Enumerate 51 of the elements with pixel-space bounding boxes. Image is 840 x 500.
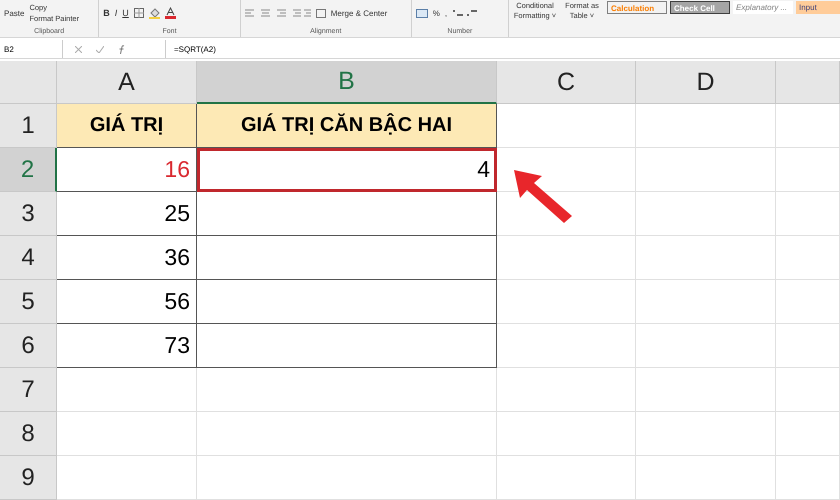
currency-icon[interactable] — [416, 8, 428, 18]
percent-button[interactable]: % — [432, 8, 440, 18]
row-header[interactable]: 7 — [0, 368, 57, 412]
column-header[interactable]: C — [497, 61, 636, 104]
table-cell: 16 — [57, 148, 197, 192]
row-header[interactable]: 1 — [0, 104, 57, 148]
column-header[interactable]: B — [197, 61, 497, 104]
table-cell: 36 — [57, 236, 197, 280]
column-header[interactable]: D — [636, 61, 776, 104]
row-header[interactable]: 9 — [0, 456, 57, 500]
row-header[interactable]: 2 — [0, 148, 57, 192]
name-box[interactable]: B2 — [0, 40, 63, 58]
table-cell: 56 — [57, 280, 197, 324]
column-heading-cell: GIÁ TRỊ CĂN BẬC HAI — [197, 104, 497, 148]
empty-cell — [776, 280, 840, 324]
empty-cell — [776, 324, 840, 368]
table-cell: 25 — [57, 192, 197, 236]
column-header[interactable]: A — [57, 61, 197, 104]
formula-field[interactable]: =SQRT(A2) — [166, 44, 216, 54]
enter-icon[interactable] — [96, 46, 104, 52]
row-header[interactable]: 8 — [0, 412, 57, 456]
cell-style[interactable]: Explanatory ... — [733, 1, 793, 14]
empty-cell — [776, 192, 840, 236]
fill-bucket-icon[interactable] — [148, 8, 160, 18]
bold-button[interactable]: B — [103, 8, 110, 18]
font-color-icon[interactable] — [164, 7, 176, 19]
empty-cell — [776, 412, 840, 456]
empty-cell — [776, 368, 840, 412]
table-cell: 73 — [57, 324, 197, 368]
paste-button[interactable]: Paste — [4, 8, 24, 18]
italic-button[interactable]: I — [114, 8, 118, 18]
function-icon[interactable] — [118, 44, 126, 54]
underline-button[interactable]: U — [122, 8, 129, 18]
table-cell: 4 — [197, 148, 497, 192]
empty-cell — [776, 148, 840, 192]
empty-cell — [776, 236, 840, 280]
row-header[interactable]: 6 — [0, 324, 57, 368]
row-header[interactable]: 5 — [0, 280, 57, 324]
comma-button[interactable]: , — [444, 8, 448, 18]
merge-icon[interactable] — [316, 8, 326, 18]
empty-cell — [776, 104, 840, 148]
cell-style[interactable]: Input — [796, 1, 840, 14]
empty-cell — [776, 456, 840, 500]
cancel-icon[interactable] — [75, 46, 82, 52]
row-header[interactable]: 4 — [0, 236, 57, 280]
decimal-icons[interactable] — [452, 8, 478, 18]
borders-icon[interactable] — [134, 8, 144, 18]
align-icons[interactable] — [244, 8, 311, 18]
column-heading-cell: GIÁ TRỊ — [57, 104, 197, 148]
merge-center-button[interactable]: Merge & Center — [330, 8, 388, 18]
row-header[interactable]: 3 — [0, 192, 57, 236]
